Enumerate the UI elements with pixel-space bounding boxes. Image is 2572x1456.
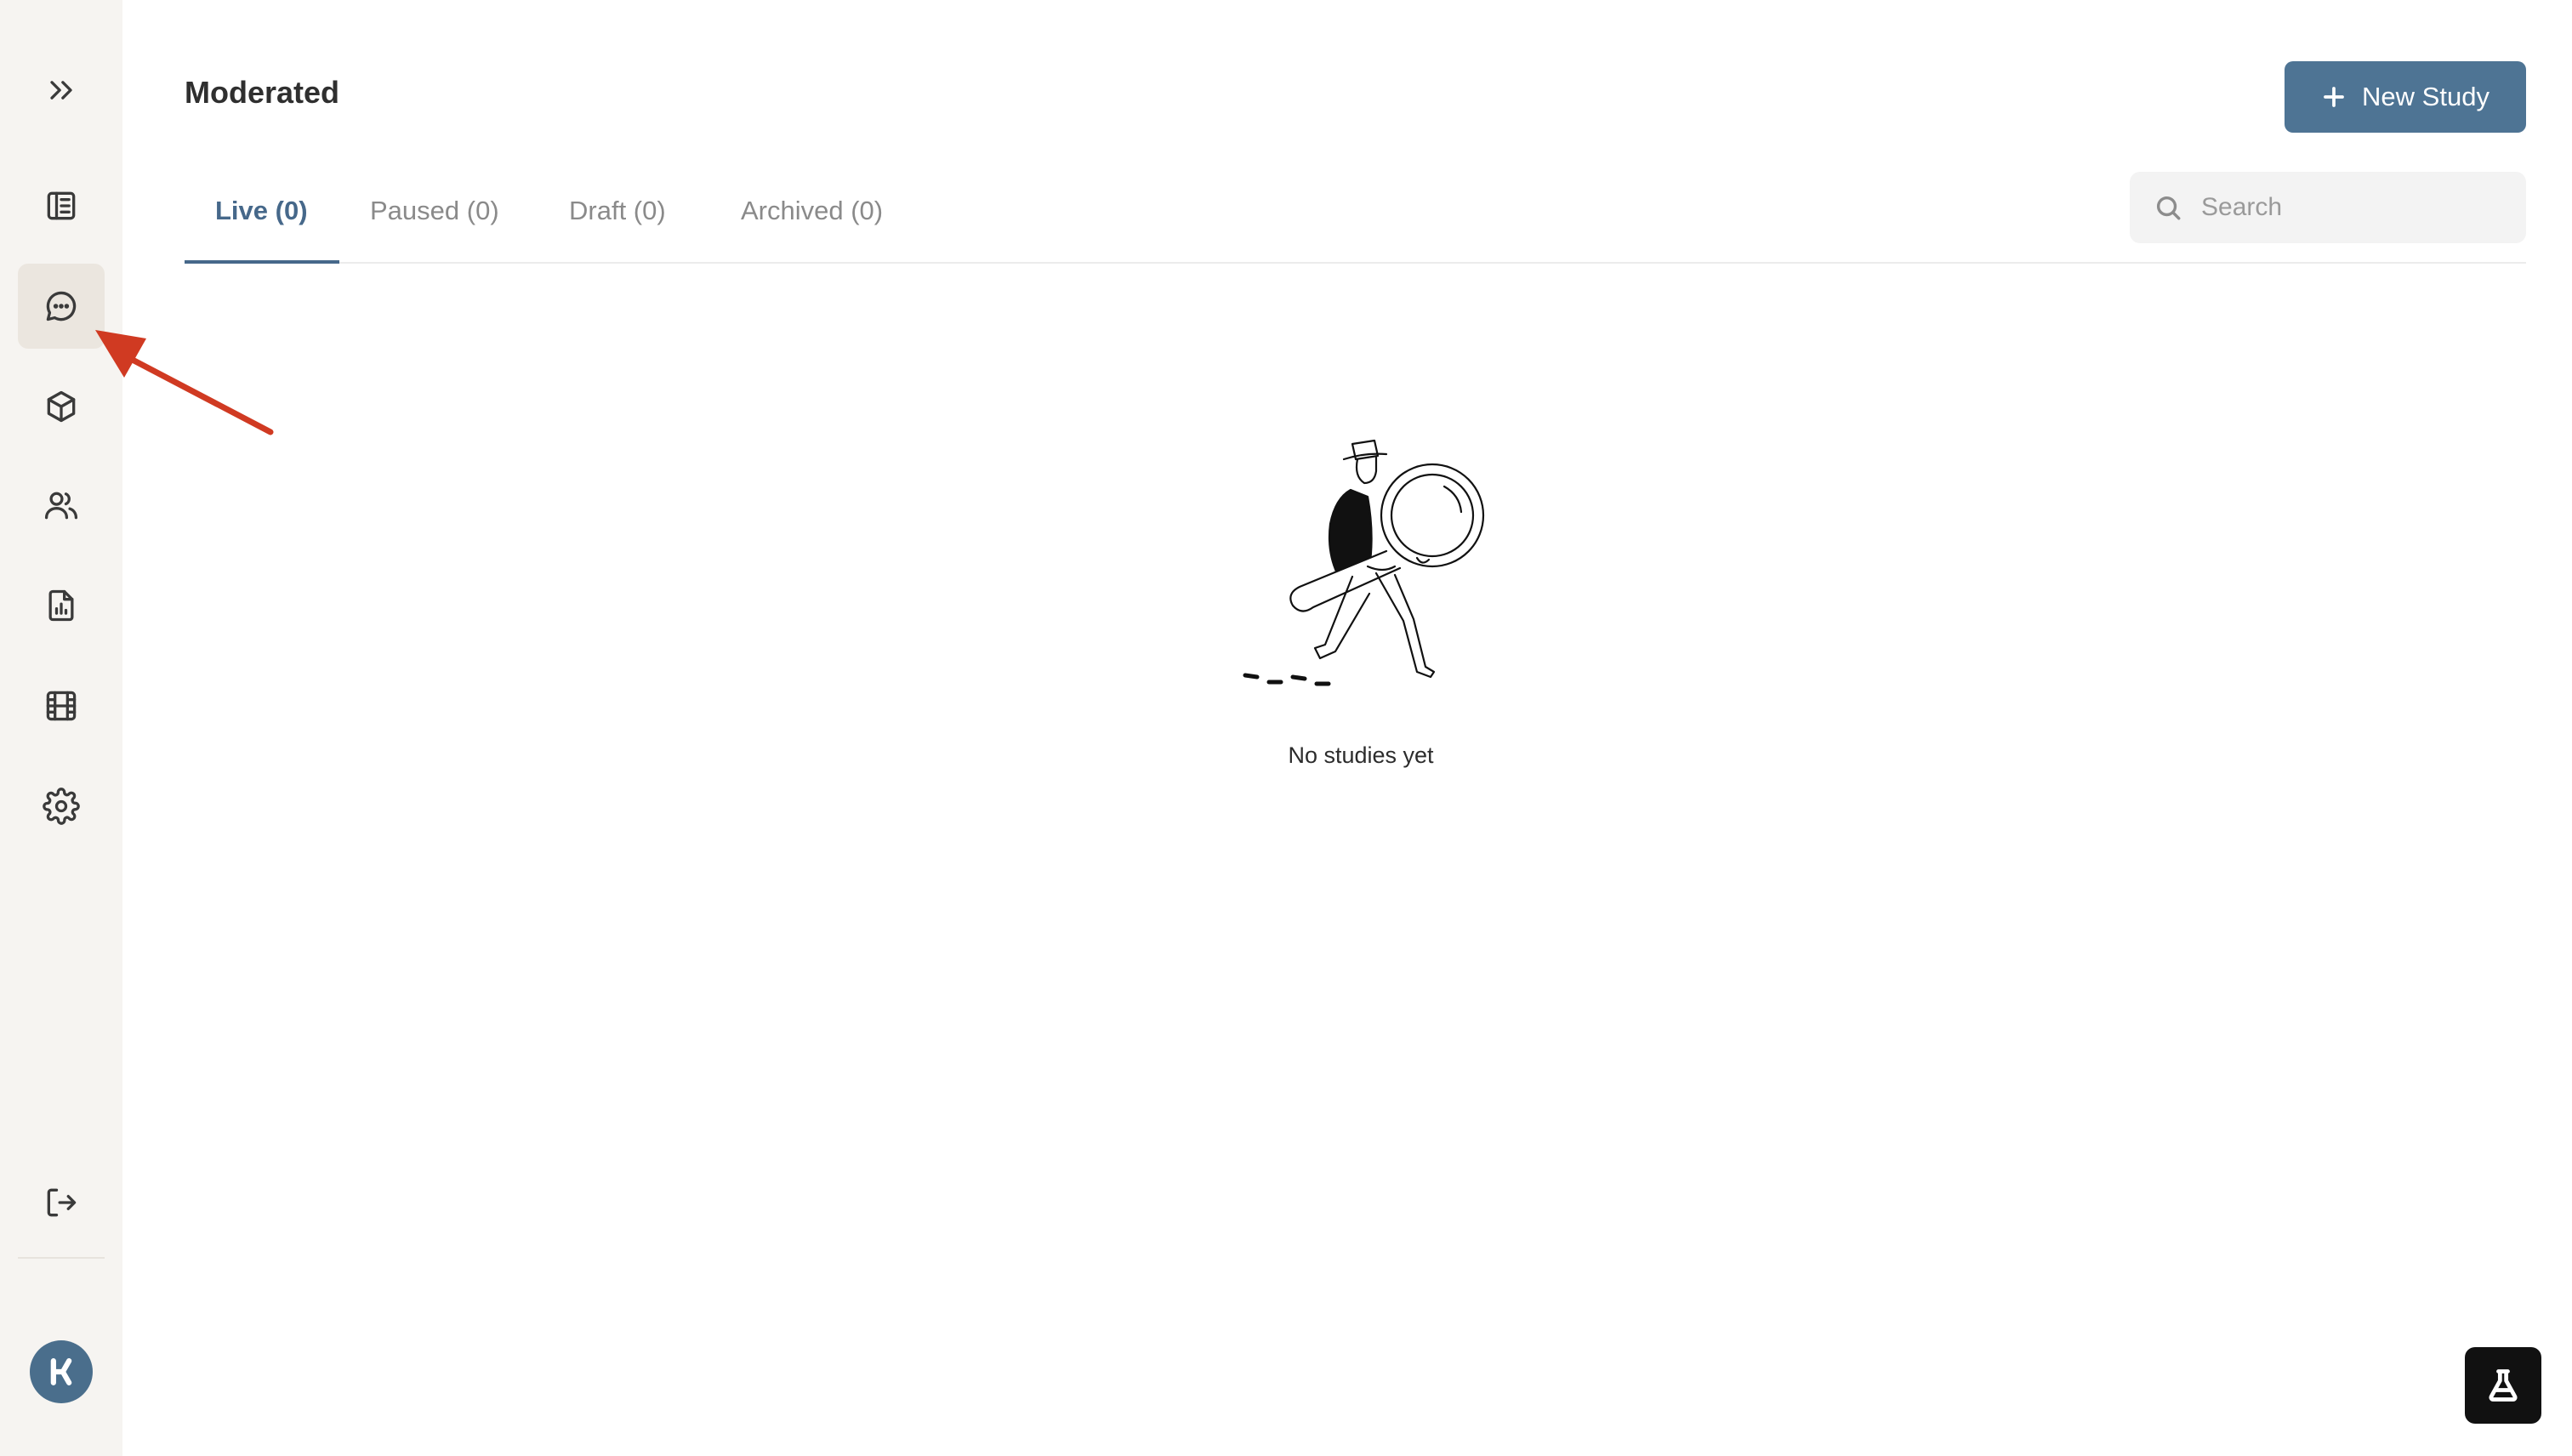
sidebar-divider xyxy=(18,1257,105,1259)
report-icon xyxy=(48,589,74,622)
sidebar-item-unmoderated[interactable] xyxy=(18,364,105,449)
detective-magnifier-illustration xyxy=(1243,439,1485,686)
sidebar xyxy=(0,0,122,1456)
tab-draft[interactable]: Draft (0) xyxy=(569,196,666,226)
empty-state-message: No studies yet xyxy=(1288,742,1434,768)
active-tab-indicator xyxy=(185,260,339,264)
tab-live-label: Live (0) xyxy=(215,196,308,225)
cube-icon xyxy=(47,390,76,423)
sidebar-item-recordings[interactable] xyxy=(18,663,105,748)
brand-logo-icon xyxy=(50,1358,72,1385)
search-icon xyxy=(2156,196,2181,220)
chat-bubble-icon xyxy=(46,291,77,321)
search-box[interactable] xyxy=(2130,172,2526,243)
search-input[interactable] xyxy=(2201,193,2507,222)
sidebar-item-settings[interactable] xyxy=(18,764,105,849)
new-study-label: New Study xyxy=(2362,82,2489,111)
plus-icon xyxy=(2324,87,2344,107)
flask-icon xyxy=(2489,1369,2518,1402)
sidebar-item-reports[interactable] xyxy=(18,563,105,648)
page-title: Moderated xyxy=(185,75,340,110)
lab-flask-button[interactable] xyxy=(2465,1347,2541,1424)
sidebar-item-participants[interactable] xyxy=(18,463,105,548)
sidebar-item-moderated[interactable] xyxy=(18,264,105,349)
tab-live[interactable]: Live (0) xyxy=(215,196,308,226)
sidebar-expand-button[interactable] xyxy=(18,48,105,133)
users-icon xyxy=(44,492,78,520)
logout-icon xyxy=(47,1188,77,1217)
avatar[interactable] xyxy=(30,1340,93,1403)
tab-paused[interactable]: Paused (0) xyxy=(370,196,499,226)
tab-archived-label: Archived (0) xyxy=(741,196,884,225)
sidebar-item-overview[interactable] xyxy=(18,163,105,248)
tab-paused-label: Paused (0) xyxy=(370,196,499,225)
film-icon xyxy=(46,691,77,721)
book-icon xyxy=(47,191,76,220)
tab-archived[interactable]: Archived (0) xyxy=(741,196,883,226)
tab-draft-label: Draft (0) xyxy=(569,196,666,225)
chevrons-right-icon xyxy=(50,81,72,100)
new-study-button[interactable]: New Study xyxy=(2285,61,2526,133)
gear-icon xyxy=(43,788,80,825)
logout-button[interactable] xyxy=(18,1160,105,1245)
